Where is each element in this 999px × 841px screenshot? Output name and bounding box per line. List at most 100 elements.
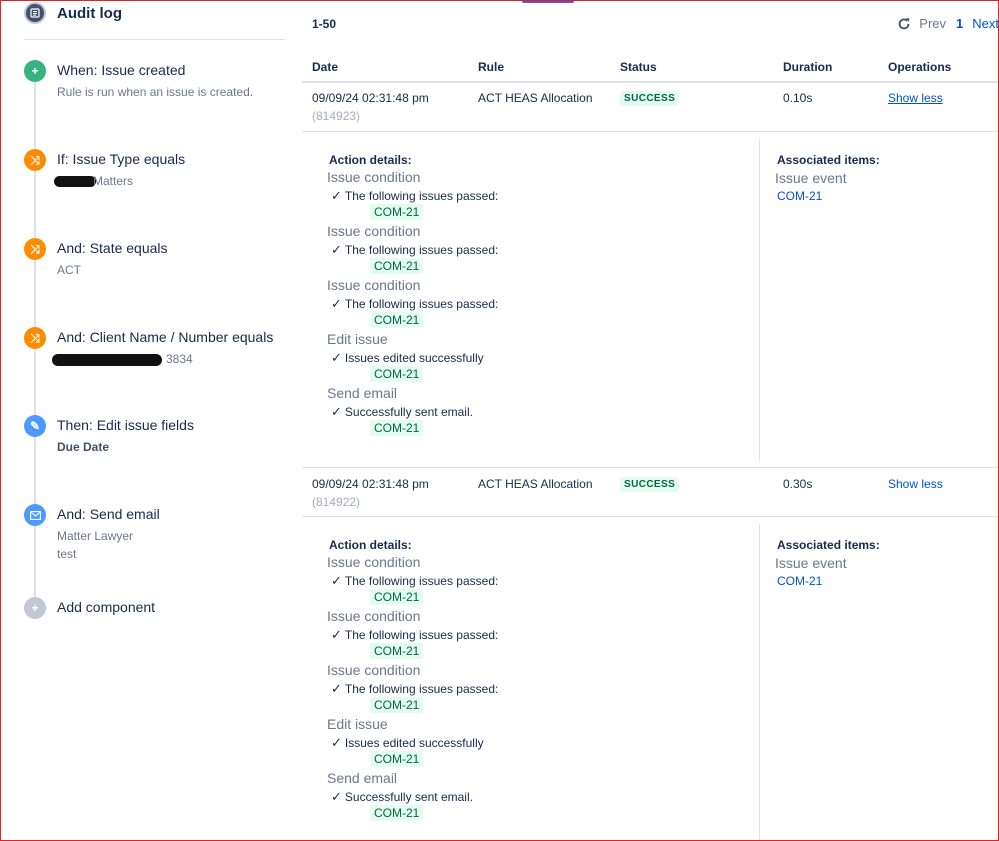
- action-details-title: Action details:: [329, 153, 412, 167]
- action-name: Issue condition: [327, 223, 421, 239]
- associated-items-title: Associated items:: [777, 153, 880, 167]
- associated-items-title: Associated items:: [777, 538, 880, 552]
- associated-item-name: Issue event: [775, 170, 847, 186]
- action-name: Send email: [327, 385, 398, 401]
- action-item: Send email ✓ Successfully sent email. COM…: [327, 770, 747, 824]
- current-page[interactable]: 1: [956, 16, 963, 31]
- step-desc: Matter Lawyer: [57, 529, 134, 543]
- action-message: ✓ The following issues passed:: [331, 188, 498, 204]
- issue-key-link[interactable]: COM-21: [370, 258, 424, 274]
- action-name: Issue condition: [327, 554, 421, 570]
- divider: [24, 39, 285, 40]
- step-desc-wrap: 3834: [52, 350, 193, 368]
- action-item: Edit issue ✓ Issues edited successfully C…: [327, 716, 747, 770]
- action-message-text: The following issues passed:: [344, 243, 499, 257]
- row-detail-panel: Action details: Issue condition ✓ The fol…: [302, 133, 999, 461]
- col-date: Date: [312, 60, 339, 74]
- action-name: Send email: [327, 770, 398, 786]
- table-row[interactable]: 09/09/24 02:31:48 pm (814923) ACT HEAS A…: [302, 82, 999, 132]
- audit-log-title: Audit log: [57, 4, 122, 22]
- audit-main: 1-50 Prev 1 Next Date Rule Status Durati…: [302, 0, 999, 841]
- status-badge: SUCCESS: [620, 477, 680, 492]
- prev-page-button[interactable]: Prev: [919, 16, 946, 31]
- action-message-text: The following issues passed:: [344, 628, 499, 642]
- step-title: If: Issue Type equals: [57, 151, 186, 167]
- step-title: And: Client Name / Number equals: [57, 329, 274, 345]
- detail-divider: [759, 524, 760, 841]
- action-message: ✓ The following issues passed:: [331, 681, 498, 697]
- issue-key-link[interactable]: COM-21: [370, 204, 424, 220]
- check-icon: ✓: [331, 681, 342, 696]
- shuffle-icon: ⤨: [24, 238, 46, 260]
- row-rule: ACT HEAS Allocation: [478, 477, 593, 491]
- action-message-text: Successfully sent email.: [344, 405, 473, 419]
- table-header: Date Rule Status Duration Operations: [302, 55, 999, 83]
- envelope-icon: [24, 504, 46, 526]
- action-item: Issue condition ✓ The following issues pa…: [327, 662, 747, 716]
- associated-issue-link[interactable]: COM-21: [777, 189, 822, 203]
- plus-icon: +: [24, 597, 46, 619]
- issue-key-link[interactable]: COM-21: [370, 312, 424, 328]
- step-desc-2: test: [57, 547, 77, 561]
- issue-key-link[interactable]: COM-21: [370, 643, 424, 659]
- show-less-link[interactable]: Show less: [888, 91, 943, 105]
- row-date: 09/09/24 02:31:48 pm: [312, 477, 429, 491]
- check-icon: ✓: [331, 242, 342, 257]
- action-message-text: The following issues passed:: [344, 574, 499, 588]
- action-message: ✓ Issues edited successfully: [331, 735, 484, 751]
- add-component-label: Add component: [57, 599, 156, 615]
- action-name: Issue condition: [327, 608, 421, 624]
- status-badge: SUCCESS: [620, 91, 680, 106]
- action-message: ✓ Successfully sent email.: [331, 404, 473, 420]
- redaction-mark: [54, 176, 96, 188]
- step-desc: 3834: [166, 352, 193, 366]
- action-message-text: Issues edited successfully: [344, 351, 484, 365]
- col-rule: Rule: [478, 60, 505, 74]
- associated-item-name: Issue event: [775, 555, 847, 571]
- shuffle-icon: ⤨: [24, 149, 46, 171]
- check-icon: ✓: [331, 627, 342, 642]
- action-message: ✓ The following issues passed:: [331, 242, 498, 258]
- plus-icon: +: [24, 60, 46, 82]
- pencil-icon: ✎: [24, 415, 46, 437]
- audit-log-header[interactable]: Audit log: [24, 2, 122, 24]
- result-range: 1-50: [312, 17, 337, 31]
- issue-key-link[interactable]: COM-21: [370, 697, 424, 713]
- action-message-text: Successfully sent email.: [344, 790, 473, 804]
- row-duration: 0.10s: [783, 91, 813, 105]
- action-name: Edit issue: [327, 331, 388, 347]
- detail-divider: [759, 139, 760, 461]
- row-rule: ACT HEAS Allocation: [478, 91, 593, 105]
- action-item: Edit issue ✓ Issues edited successfully C…: [327, 331, 747, 385]
- step-title: And: Send email: [57, 506, 160, 522]
- show-less-link[interactable]: Show less: [888, 477, 943, 491]
- issue-key-link[interactable]: COM-21: [370, 589, 424, 605]
- action-list: Issue condition ✓ The following issues pa…: [327, 554, 747, 824]
- check-icon: ✓: [331, 296, 342, 311]
- action-details-title: Action details:: [329, 538, 412, 552]
- refresh-icon[interactable]: [897, 17, 911, 31]
- row-date: 09/09/24 02:31:48 pm: [312, 91, 429, 105]
- check-icon: ✓: [331, 188, 342, 203]
- issue-key-link[interactable]: COM-21: [370, 420, 424, 436]
- col-operations: Operations: [888, 60, 952, 74]
- table-row[interactable]: 09/09/24 02:31:48 pm (814922) ACT HEAS A…: [302, 467, 999, 517]
- step-title: And: State equals: [57, 240, 168, 256]
- redaction-mark: [52, 353, 162, 366]
- col-duration: Duration: [783, 60, 833, 74]
- issue-key-link[interactable]: COM-21: [370, 751, 424, 767]
- step-title: When: Issue created: [57, 62, 186, 78]
- associated-issue-link[interactable]: COM-21: [777, 574, 822, 588]
- action-message-text: The following issues passed:: [344, 682, 499, 696]
- next-page-button[interactable]: Next: [972, 16, 999, 31]
- action-message: ✓ Successfully sent email.: [331, 789, 473, 805]
- issue-key-link[interactable]: COM-21: [370, 805, 424, 821]
- col-status: Status: [620, 60, 657, 74]
- action-name: Issue condition: [327, 169, 421, 185]
- issue-key-link[interactable]: COM-21: [370, 366, 424, 382]
- action-message-text: The following issues passed:: [344, 297, 499, 311]
- action-item: Send email ✓ Successfully sent email. COM…: [327, 385, 747, 439]
- row-detail-panel: Action details: Issue condition ✓ The fol…: [302, 518, 999, 841]
- check-icon: ✓: [331, 404, 342, 419]
- check-icon: ✓: [331, 350, 342, 365]
